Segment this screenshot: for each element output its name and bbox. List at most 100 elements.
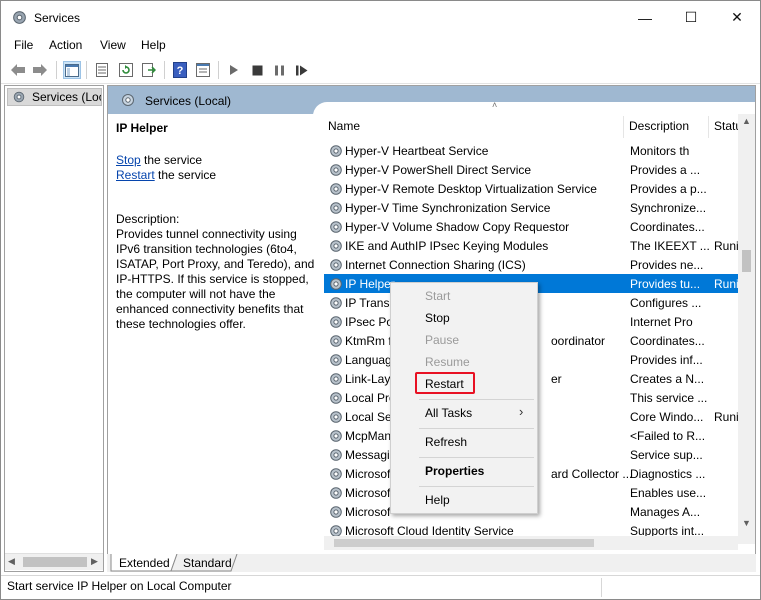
context-menu-all-tasks[interactable]: All Tasks xyxy=(425,406,472,420)
service-row[interactable]: Internet Connection Sharing (ICS) Provide… xyxy=(324,255,755,274)
stop-service-button[interactable] xyxy=(248,61,266,79)
export-list-button[interactable] xyxy=(140,61,158,79)
tree-horizontal-scrollbar[interactable]: ◀ ▶ xyxy=(5,553,103,570)
service-gear-icon xyxy=(330,316,342,328)
restart-suffix: the service xyxy=(154,168,217,182)
forward-arrow-icon xyxy=(33,64,47,76)
forward-button[interactable] xyxy=(31,61,49,79)
back-button[interactable] xyxy=(9,61,27,79)
restart-service-link[interactable]: Restart xyxy=(116,168,155,182)
list-vertical-scrollbar[interactable]: ▲ ▼ xyxy=(738,114,755,544)
scroll-thumb[interactable] xyxy=(23,557,87,567)
menu-help[interactable]: Help xyxy=(141,38,166,52)
context-menu-resume[interactable]: Resume xyxy=(425,355,470,369)
service-row[interactable]: IP Helper Provides tu... Runi xyxy=(324,274,755,293)
service-detail-pane: IP Helper Stop the service Restart the s… xyxy=(108,114,323,544)
service-name: Link-Lay xyxy=(345,372,391,386)
service-name: Microsof xyxy=(345,486,391,500)
tab-extended[interactable]: Extended xyxy=(119,556,170,570)
service-name: Hyper-V Heartbeat Service xyxy=(345,144,489,158)
service-row[interactable]: Local Pro This service ... xyxy=(324,388,755,407)
service-description: Provides a p... xyxy=(630,182,707,196)
service-name: Hyper-V PowerShell Direct Service xyxy=(345,163,532,177)
scroll-thumb[interactable] xyxy=(334,539,594,547)
service-row[interactable]: Hyper-V PowerShell Direct Service Provide… xyxy=(324,160,755,179)
properties-toolbar-button[interactable] xyxy=(93,61,111,79)
scroll-right-icon[interactable]: ▶ xyxy=(91,556,98,567)
view-toolbar-button[interactable] xyxy=(194,61,212,79)
service-name: Messagin xyxy=(345,448,397,462)
service-name: Hyper-V Volume Shadow Copy Requestor xyxy=(345,220,570,234)
toolbar-divider xyxy=(56,61,57,79)
service-name: Microsof xyxy=(345,467,391,481)
context-menu-pause[interactable]: Pause xyxy=(425,333,459,347)
service-description: Provides ne... xyxy=(630,258,704,272)
service-gear-icon xyxy=(330,164,342,176)
start-service-button[interactable] xyxy=(225,61,243,79)
context-menu-properties[interactable]: Properties xyxy=(425,464,484,478)
service-row[interactable]: IP Transl Configures ... xyxy=(324,293,755,312)
service-row[interactable]: Hyper-V Remote Desktop Virtualization Se… xyxy=(324,179,755,198)
service-gear-icon xyxy=(330,506,342,518)
service-row[interactable]: McpMan <Failed to R... xyxy=(324,426,755,445)
menu-view[interactable]: View xyxy=(100,38,126,52)
service-row[interactable]: Hyper-V Time Synchronization Service Sync… xyxy=(324,198,755,217)
pause-service-button[interactable] xyxy=(270,61,288,79)
services-gear-icon xyxy=(13,91,25,103)
tree-item-label: Services (Local) xyxy=(32,90,101,104)
close-button[interactable]: ✕ xyxy=(714,1,760,34)
column-header-status[interactable]: Statu xyxy=(709,116,739,138)
context-menu: Start Stop Pause Resume Restart All Task… xyxy=(390,282,538,514)
description-line: IP-HTTPS. If this service is stopped, xyxy=(116,272,309,286)
column-header-name[interactable]: Name xyxy=(324,116,624,138)
service-row[interactable]: IKE and AuthIP IPsec Keying Modules The I… xyxy=(324,236,755,255)
restart-service-button[interactable] xyxy=(292,61,310,79)
service-description: Configures ... xyxy=(630,296,702,310)
context-menu-restart[interactable]: Restart xyxy=(425,377,464,391)
back-arrow-icon xyxy=(11,64,25,76)
service-row[interactable]: Microsof Manages A... xyxy=(324,502,755,521)
service-gear-icon xyxy=(330,259,342,271)
scroll-up-icon[interactable]: ▲ xyxy=(742,116,751,126)
column-header-description[interactable]: Description xyxy=(624,116,708,138)
scroll-left-icon[interactable]: ◀ xyxy=(8,556,15,567)
service-row[interactable]: Microsof ard Collector ... Diagnostics ... xyxy=(324,464,755,483)
service-row[interactable]: Languag Provides inf... xyxy=(324,350,755,369)
context-menu-separator xyxy=(419,457,534,458)
service-row[interactable]: Local Ses Core Windo... Runi xyxy=(324,407,755,426)
service-row[interactable]: IPsec Po Internet Pro xyxy=(324,312,755,331)
service-gear-icon xyxy=(330,221,342,233)
service-row[interactable]: Hyper-V Heartbeat Service Monitors th xyxy=(324,141,755,160)
service-name: Languag xyxy=(345,353,392,367)
stop-action-line: Stop the service xyxy=(116,153,202,167)
scroll-thumb[interactable] xyxy=(742,250,751,272)
restart-icon xyxy=(295,65,307,75)
service-row[interactable]: Hyper-V Volume Shadow Copy Requestor Coor… xyxy=(324,217,755,236)
service-gear-icon xyxy=(330,278,342,290)
show-hide-tree-button[interactable] xyxy=(63,61,81,79)
service-name: IP Transl xyxy=(345,296,393,310)
tab-standard[interactable]: Standard xyxy=(183,556,232,570)
context-menu-stop[interactable]: Stop xyxy=(425,311,450,325)
context-menu-help[interactable]: Help xyxy=(425,493,450,507)
status-text: Start service IP Helper on Local Compute… xyxy=(7,579,232,593)
minimize-button[interactable]: — xyxy=(622,1,668,34)
context-menu-start[interactable]: Start xyxy=(425,289,450,303)
list-horizontal-scrollbar[interactable] xyxy=(324,536,738,550)
service-description: The IKEEXT ... xyxy=(630,239,710,253)
help-toolbar-button[interactable]: ? xyxy=(171,61,189,79)
service-row[interactable]: KtmRm f oordinator Coordinates... xyxy=(324,331,755,350)
service-description: Provides inf... xyxy=(630,353,703,367)
refresh-toolbar-button[interactable] xyxy=(117,61,135,79)
maximize-button[interactable]: ☐ xyxy=(668,1,714,34)
menu-file[interactable]: File xyxy=(14,38,33,52)
service-row[interactable]: Messagin Service sup... xyxy=(324,445,755,464)
service-row[interactable]: Microsof Enables use... xyxy=(324,483,755,502)
service-description: Diagnostics ... xyxy=(630,467,706,481)
context-menu-refresh[interactable]: Refresh xyxy=(425,435,467,449)
tree-item-services-local[interactable]: Services (Local) xyxy=(7,88,102,106)
stop-service-link[interactable]: Stop xyxy=(116,153,141,167)
menu-action[interactable]: Action xyxy=(49,38,82,52)
scroll-down-icon[interactable]: ▼ xyxy=(742,518,751,528)
service-row[interactable]: Link-Lay er Creates a N... xyxy=(324,369,755,388)
